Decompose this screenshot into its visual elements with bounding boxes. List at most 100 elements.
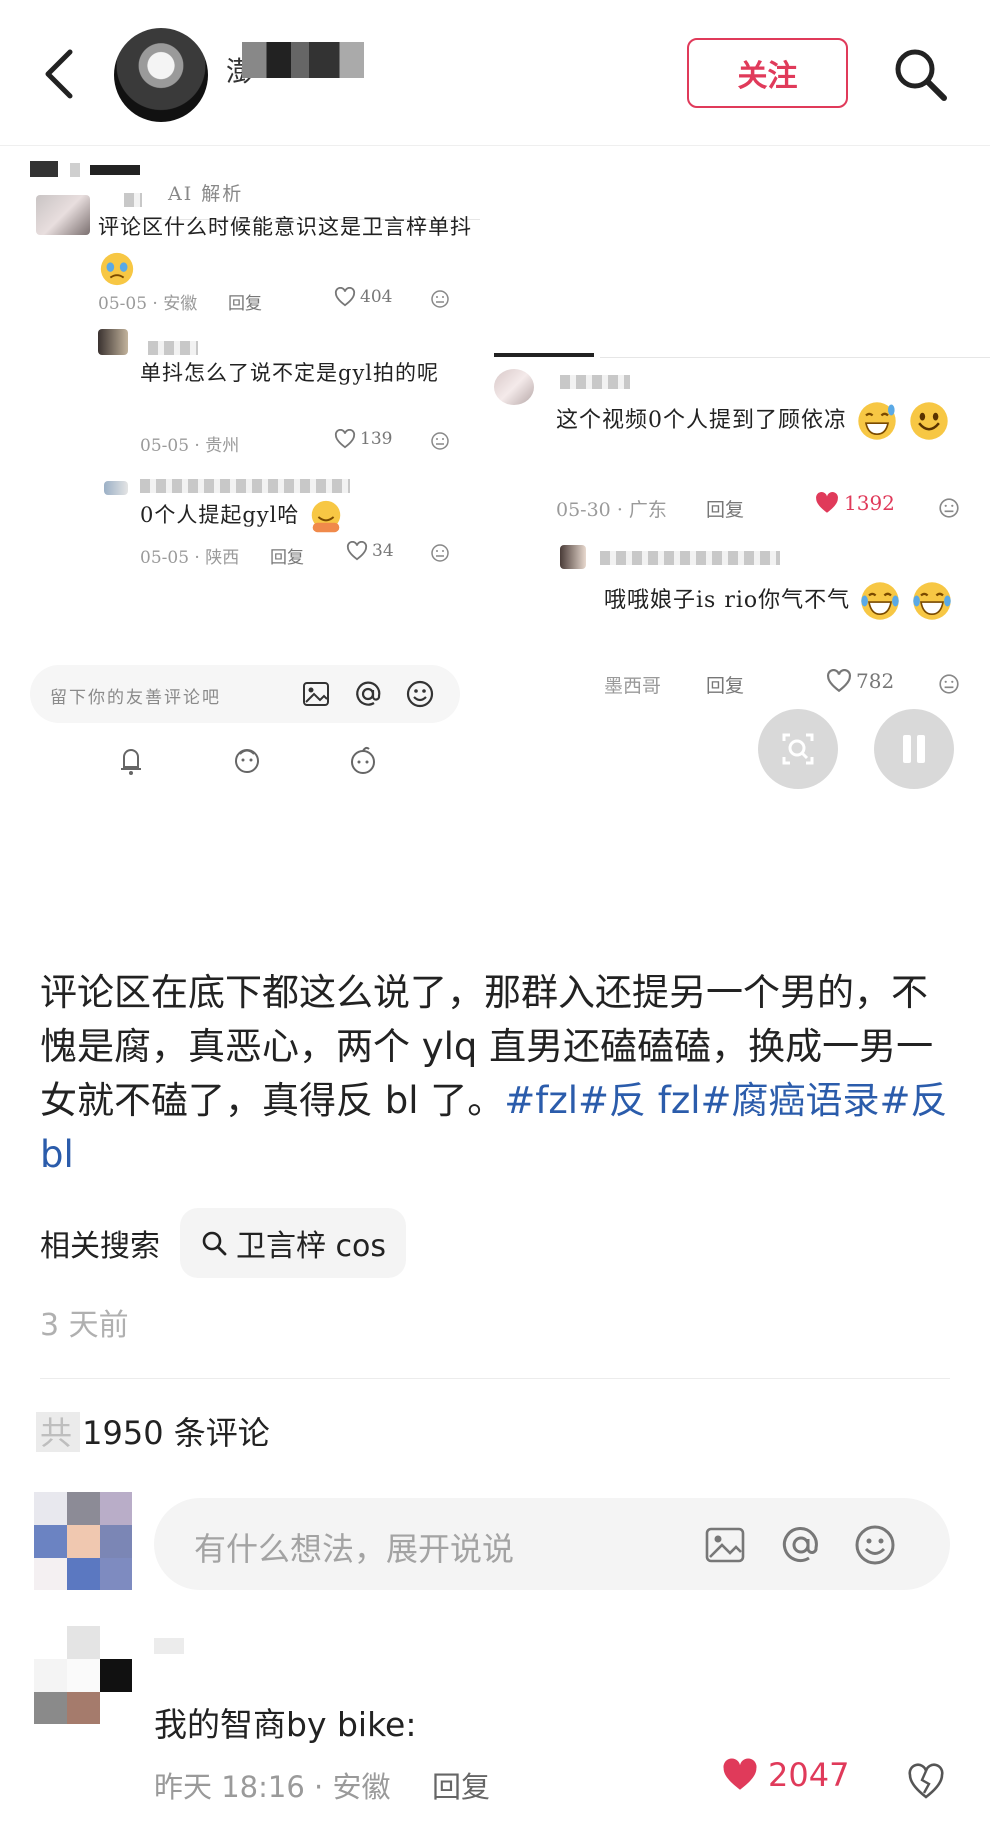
image-icon[interactable]	[300, 678, 332, 710]
commenter-name	[154, 1638, 184, 1654]
related-search-chip[interactable]: 卫言梓 cos	[180, 1208, 407, 1278]
image-icon[interactable]	[702, 1522, 748, 1568]
commenter-avatar[interactable]	[34, 1626, 132, 1724]
like-button[interactable]: 34	[346, 541, 394, 561]
small-comment-input[interactable]: 留下你的友善评论吧	[30, 665, 460, 723]
comment-text: 我的智商by bike:	[154, 1705, 417, 1744]
comment-region: 陕西	[205, 548, 240, 568]
commenter-avatar	[560, 545, 586, 569]
comment-date: 05-30	[556, 499, 611, 521]
small-input-placeholder: 留下你的友善评论吧	[50, 688, 221, 708]
like-button[interactable]: 2047	[720, 1756, 849, 1794]
face-icon[interactable]	[232, 743, 262, 777]
emoji-icon[interactable]	[404, 678, 436, 710]
top-bar: 澎 关注	[0, 0, 990, 146]
commenter-avatar	[494, 369, 534, 405]
reply-button[interactable]: 回复	[706, 671, 744, 698]
dislike-face-icon[interactable]	[938, 673, 960, 695]
reply-button[interactable]: 回复	[432, 1764, 490, 1806]
like-button[interactable]: 139	[334, 429, 392, 449]
comment-date: 05-05	[140, 548, 190, 568]
dislike-face-icon[interactable]	[430, 431, 450, 451]
comment-text: 单抖怎么了说不定是gyl拍的呢	[140, 361, 440, 385]
commenter-avatar	[36, 195, 90, 235]
comment-text-content: 这个视频0个人提到了顾依凉	[556, 408, 847, 433]
tears-of-joy-emoji-icon	[861, 582, 899, 620]
post-time: 3 天前	[40, 1308, 129, 1343]
comment-region: 贵州	[205, 436, 240, 456]
tears-of-joy-emoji-icon	[913, 582, 951, 620]
like-count: 1392	[844, 491, 895, 515]
comment-text: 哦哦娘子is rio你气不气	[604, 577, 974, 625]
reply-button[interactable]: 回复	[228, 289, 262, 314]
follow-button[interactable]: 关注	[687, 38, 848, 108]
mosaic	[70, 163, 80, 177]
comment-region: 广东	[628, 499, 667, 521]
broken-heart-icon[interactable]	[906, 1762, 946, 1802]
comment-text: 评论区什么时候能意识这是卫言梓单抖	[98, 207, 478, 288]
heart-outline-icon	[334, 287, 356, 307]
comment-text-content: 哦哦娘子is rio你气不气	[604, 588, 851, 613]
back-arrow-icon[interactable]	[40, 46, 80, 102]
my-avatar[interactable]	[34, 1492, 132, 1590]
divider	[40, 1378, 950, 1379]
commenter-avatar	[104, 481, 128, 495]
post-description: 评论区在底下都这么说了，那群入还提另一个男的，不愧是腐，真恶心，两个 ylq 直…	[40, 966, 960, 1182]
dislike-face-icon[interactable]	[938, 497, 960, 519]
comment-meta: 昨天 18:16 · 安徽	[154, 1770, 391, 1804]
mosaic	[90, 165, 140, 175]
emoji-icon[interactable]	[852, 1522, 898, 1568]
comment-region: 安徽	[163, 294, 198, 314]
heart-outline-icon	[334, 429, 356, 449]
mosaic	[30, 161, 58, 177]
divider	[494, 353, 594, 357]
comment-meta: 05-30 · 广东	[556, 499, 667, 521]
bell-icon[interactable]	[116, 743, 146, 777]
ai-analysis-tag[interactable]: AI 解析	[168, 179, 243, 206]
pause-button[interactable]	[874, 709, 954, 789]
at-mention-icon[interactable]	[778, 1522, 824, 1568]
heart-filled-icon	[723, 1758, 757, 1790]
author-name-mosaic	[242, 42, 364, 78]
dislike-face-icon[interactable]	[430, 543, 450, 563]
like-button[interactable]: 1392	[814, 491, 895, 515]
scan-icon	[782, 733, 814, 765]
search-icon	[202, 1231, 227, 1256]
like-count: 2047	[768, 1756, 850, 1794]
comment-text: 0个人提起gyl哈	[140, 495, 460, 536]
comment-input-placeholder: 有什么想法，展开说说	[194, 1530, 515, 1568]
commenter-avatar	[98, 329, 128, 355]
commenter-name	[124, 193, 142, 207]
search-icon[interactable]	[890, 44, 950, 104]
pause-icon	[903, 735, 925, 763]
dislike-face-icon[interactable]	[430, 289, 450, 309]
commenter-name	[140, 479, 350, 493]
like-button[interactable]: 782	[826, 669, 894, 693]
like-button[interactable]: 404	[334, 287, 392, 307]
like-count: 139	[360, 429, 393, 449]
author-avatar[interactable]	[114, 28, 208, 122]
comment-meta: 墨西哥	[604, 675, 662, 697]
heart-outline-icon	[346, 541, 368, 561]
related-search-query: 卫言梓 cos	[236, 1229, 387, 1264]
comment-meta: 05-05 · 贵州	[140, 436, 240, 456]
heart-filled-icon	[816, 492, 838, 513]
commenter-name	[560, 375, 630, 389]
comment-text-content: 0个人提起gyl哈	[140, 503, 300, 527]
reply-button[interactable]: 回复	[706, 495, 744, 522]
like-count: 404	[360, 287, 393, 307]
post-image[interactable]: AI 解析 评论区什么时候能意识这是卫言梓单抖 05-05 · 安徽 回复 40…	[0, 147, 990, 917]
smile-emoji-icon	[910, 402, 948, 440]
comment-input[interactable]: 有什么想法，展开说说	[154, 1498, 950, 1590]
commenter-name	[600, 551, 780, 565]
divider	[600, 357, 990, 358]
baby-icon[interactable]	[348, 743, 378, 777]
comment-date: 05-05	[98, 294, 148, 314]
reply-button[interactable]: 回复	[270, 543, 304, 568]
comment-text-content: 评论区什么时候能意识这是卫言梓单抖	[98, 215, 472, 239]
hug-emoji-icon	[311, 500, 341, 532]
scan-button[interactable]	[758, 709, 838, 789]
at-mention-icon[interactable]	[352, 678, 384, 710]
like-count: 782	[856, 669, 895, 693]
like-count: 34	[372, 541, 394, 561]
